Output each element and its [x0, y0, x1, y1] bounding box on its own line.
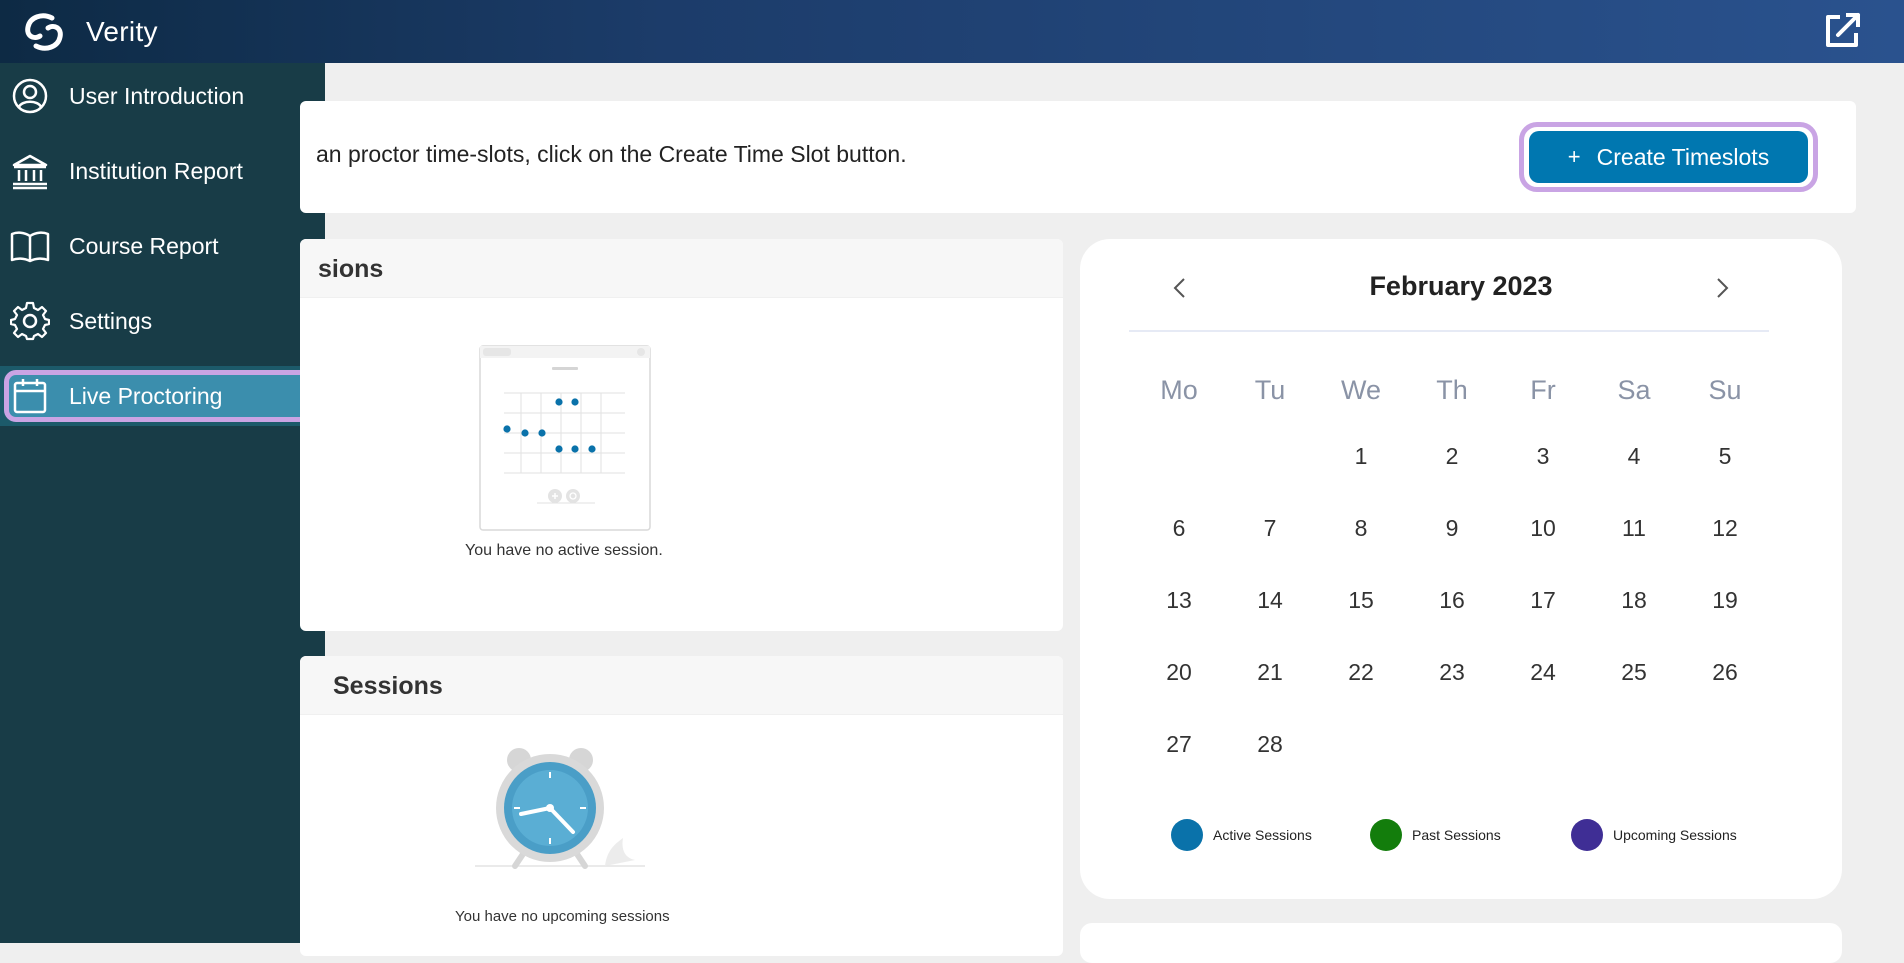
app-name: Verity [86, 16, 158, 47]
weekday-header: Th [1436, 375, 1468, 405]
legend-dot [1171, 819, 1203, 851]
calendar-day[interactable]: 5 [1695, 443, 1755, 470]
weekday-header: Fr [1530, 375, 1556, 405]
calendar-day[interactable]: 23 [1422, 659, 1482, 686]
gear-icon [10, 301, 50, 341]
legend-dot [1370, 819, 1402, 851]
sidebar-item-label: Live Proctoring [69, 382, 223, 409]
calendar-day[interactable]: 19 [1695, 587, 1755, 614]
legend-label: Upcoming Sessions [1613, 827, 1737, 843]
panel-title: Sessions [333, 672, 443, 700]
weekday-header: Sa [1617, 375, 1651, 405]
calendar-day[interactable]: 27 [1149, 731, 1209, 758]
alarm-clock-illustration-icon [475, 748, 645, 869]
legend-label: Past Sessions [1412, 827, 1501, 843]
calendar-day[interactable]: 17 [1513, 587, 1573, 614]
calendar-day[interactable]: 13 [1149, 587, 1209, 614]
weekday-header: Tu [1254, 375, 1286, 405]
panel-header: Sessions [300, 656, 1063, 715]
calendar-day[interactable]: 22 [1331, 659, 1391, 686]
active-sessions-panel: sions You have no active session. [300, 239, 1063, 631]
bottom-card [1080, 923, 1842, 963]
calendar-day[interactable]: 6 [1149, 515, 1209, 542]
calendar-day[interactable]: 11 [1604, 515, 1664, 542]
calendar-day[interactable]: 28 [1240, 731, 1300, 758]
top-bar: Verity [0, 0, 1904, 63]
calendar-day[interactable]: 8 [1331, 515, 1391, 542]
sidebar-item-course-report[interactable]: Course Report [0, 216, 325, 276]
calendar-day[interactable]: 3 [1513, 443, 1573, 470]
info-text: an proctor time-slots, click on the Crea… [316, 141, 907, 167]
external-link-icon[interactable] [1820, 9, 1864, 53]
weekday-header: Mo [1160, 375, 1198, 405]
institution-icon [12, 154, 48, 190]
sidebar-item-user-introduction[interactable]: User Introduction [0, 66, 325, 126]
sidebar-item-label: Settings [69, 307, 153, 334]
chevron-right-icon[interactable] [1709, 275, 1735, 301]
calendar-day[interactable]: 12 [1695, 515, 1755, 542]
upcoming-sessions-panel: Sessions You have no upcoming sessions [300, 656, 1063, 956]
calendar-day[interactable]: 1 [1331, 443, 1391, 470]
sidebar: User Introduction Institution Report Cou… [0, 63, 325, 943]
legend-label: Active Sessions [1213, 827, 1312, 843]
empty-calendar-illustration-icon [479, 345, 651, 531]
create-timeslots-button[interactable]: + Create Timeslots [1529, 131, 1808, 183]
panel-title: sions [318, 255, 384, 283]
sidebar-item-label: Institution Report [69, 157, 243, 184]
sidebar-item-label: Course Report [69, 232, 219, 259]
calendar-card: February 2023 Mo Tu We Th Fr Sa Su 1 2 3 4 5 6 7 8 9 10 1… [1080, 239, 1842, 899]
calendar-day[interactable]: 7 [1240, 515, 1300, 542]
sidebar-item-institution-report[interactable]: Institution Report [0, 141, 325, 201]
calendar-day[interactable]: 16 [1422, 587, 1482, 614]
sidebar-item-label: User Introduction [69, 82, 245, 109]
calendar-day[interactable]: 25 [1604, 659, 1664, 686]
calendar-day[interactable]: 10 [1513, 515, 1573, 542]
plus-icon: + [1567, 144, 1581, 169]
weekday-header: Su [1708, 375, 1742, 405]
legend-dot [1571, 819, 1603, 851]
user-circle-icon [12, 78, 48, 114]
sidebar-item-settings[interactable]: Settings [0, 291, 325, 351]
create-timeslots-label: Create Timeslots [1596, 143, 1770, 170]
calendar-day[interactable]: 9 [1422, 515, 1482, 542]
calendar-divider [1129, 330, 1769, 332]
verity-logo-icon [25, 13, 63, 51]
book-icon [10, 231, 50, 263]
calendar-icon [13, 379, 47, 414]
calendar-day[interactable]: 21 [1240, 659, 1300, 686]
calendar-day[interactable]: 2 [1422, 443, 1482, 470]
calendar-day[interactable]: 20 [1149, 659, 1209, 686]
calendar-day[interactable]: 26 [1695, 659, 1755, 686]
brand[interactable]: Verity [22, 12, 158, 52]
weekday-header: We [1340, 375, 1381, 405]
calendar-day[interactable]: 14 [1240, 587, 1300, 614]
calendar-day[interactable]: 15 [1331, 587, 1391, 614]
panel-header: sions [300, 239, 1063, 298]
calendar-day[interactable]: 24 [1513, 659, 1573, 686]
sidebar-item-live-proctoring[interactable]: Live Proctoring [0, 366, 325, 426]
empty-state-text: You have no upcoming sessions [455, 908, 670, 925]
empty-state-text: You have no active session. [465, 542, 663, 559]
calendar-day[interactable]: 18 [1604, 587, 1664, 614]
calendar-day[interactable]: 4 [1604, 443, 1664, 470]
